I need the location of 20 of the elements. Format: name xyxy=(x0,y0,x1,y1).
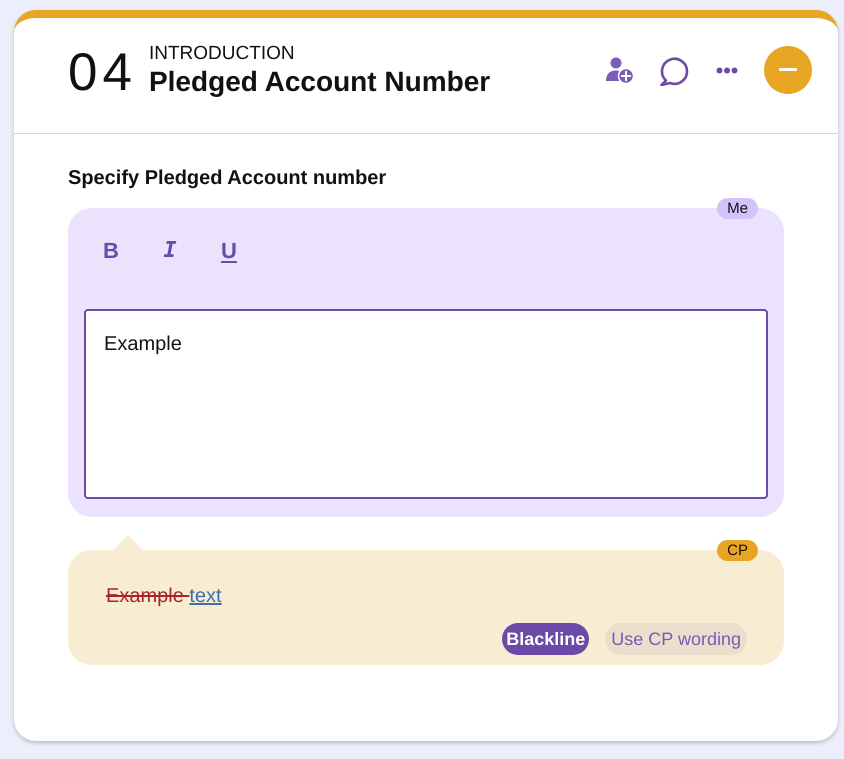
more-dots-icon xyxy=(716,67,738,74)
author-badge: Me xyxy=(717,198,758,219)
bold-button[interactable]: B xyxy=(96,236,126,266)
more-options-button[interactable] xyxy=(716,67,738,74)
diff-text: Example text xyxy=(106,584,223,608)
comment-button[interactable] xyxy=(660,56,690,86)
underline-button[interactable]: U xyxy=(214,236,244,266)
person-plus-icon xyxy=(606,57,634,84)
italic-button[interactable]: I xyxy=(155,236,185,266)
section-number: 04 xyxy=(68,46,137,98)
add-user-button[interactable] xyxy=(606,57,634,84)
section-title: Pledged Account Number xyxy=(148,64,490,98)
minus-icon xyxy=(779,68,797,71)
section-category: INTRODUCTION xyxy=(148,42,296,64)
author-badge: CP xyxy=(717,540,758,561)
speech-bubble-icon xyxy=(660,56,690,86)
option-button[interactable]: Use CP wording xyxy=(605,623,747,655)
option-button[interactable]: Blackline xyxy=(502,623,590,655)
question-label: Specify Pledged Account number xyxy=(68,166,388,190)
answer-field[interactable]: Example xyxy=(84,309,768,499)
